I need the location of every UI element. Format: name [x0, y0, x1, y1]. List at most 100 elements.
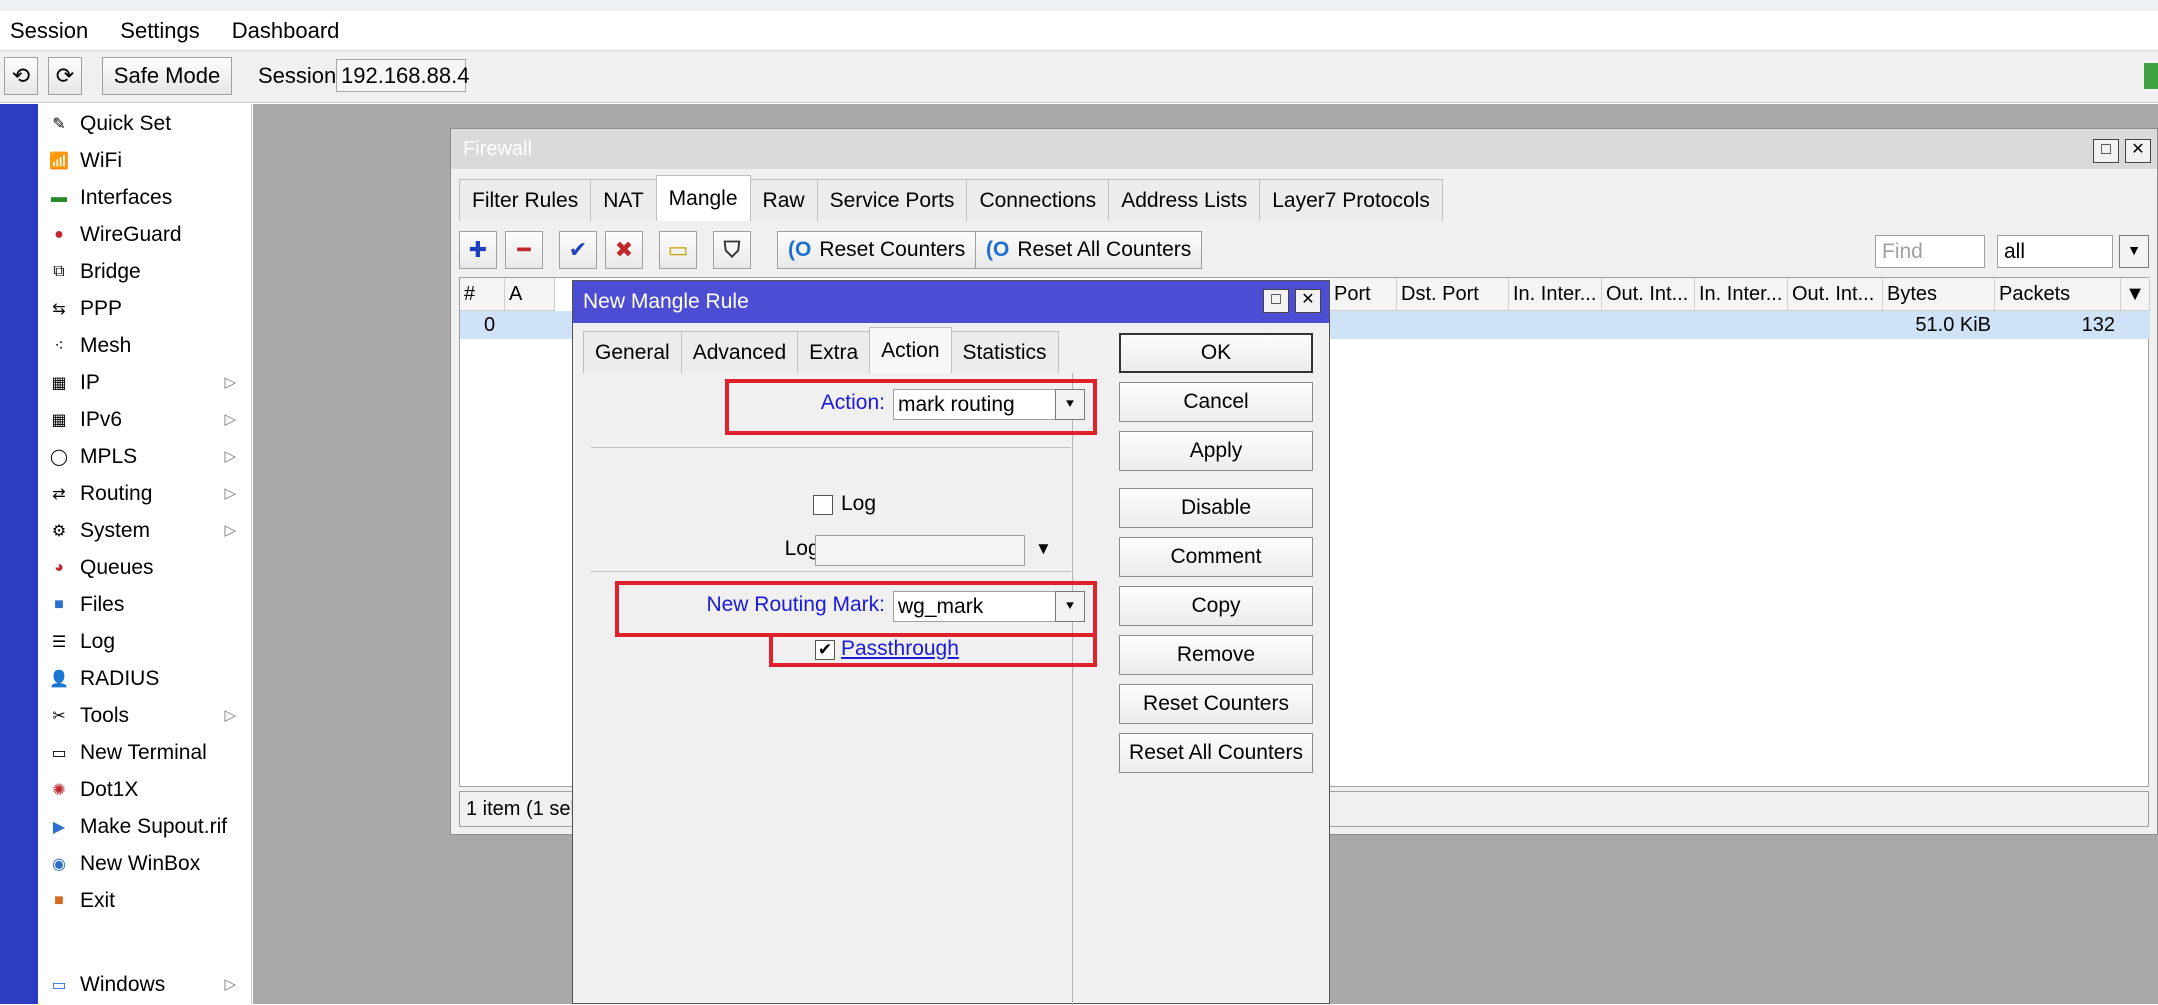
tab-filter-rules[interactable]: Filter Rules: [459, 179, 592, 221]
sidebar: ✎ Quick Set 📶 WiFi ▬ Interfaces ● WireGuard …: [38, 104, 252, 1004]
safe-mode-button[interactable]: Safe Mode: [102, 57, 232, 95]
maximize-icon[interactable]: □: [1263, 289, 1289, 313]
sidebar-item-ppp[interactable]: ⇆ PPP: [38, 291, 250, 327]
add-icon[interactable]: ✚: [459, 231, 497, 269]
divider: [591, 447, 1071, 448]
col-out-interface[interactable]: Out. Int...: [1602, 278, 1695, 311]
ok-button[interactable]: OK: [1119, 333, 1313, 373]
cancel-button[interactable]: Cancel: [1119, 382, 1313, 422]
sidebar-item-files[interactable]: ■ Files: [38, 587, 250, 623]
tab-action[interactable]: Action: [869, 327, 952, 373]
menu-dashboard[interactable]: Dashboard: [232, 18, 340, 44]
dot1x-icon: ✺: [52, 782, 66, 799]
sidebar-item-new-terminal[interactable]: ▭ New Terminal: [38, 735, 250, 771]
close-icon[interactable]: ✕: [1295, 289, 1321, 313]
tab-layer7-protocols[interactable]: Layer7 Protocols: [1259, 179, 1443, 221]
tab-service-ports[interactable]: Service Ports: [816, 179, 968, 221]
tab-connections[interactable]: Connections: [966, 179, 1110, 221]
close-icon[interactable]: ✕: [2125, 139, 2151, 163]
disable-icon[interactable]: ✖: [605, 231, 643, 269]
col-port[interactable]: Port: [1330, 278, 1397, 311]
chevron-down-icon[interactable]: ⯆: [1055, 389, 1085, 420]
session-field[interactable]: 192.168.88.4: [336, 59, 469, 92]
find-input[interactable]: Find: [1875, 235, 1985, 268]
col-in-interface[interactable]: In. Inter...: [1509, 278, 1602, 311]
chevron-down-icon[interactable]: ▼: [2119, 235, 2149, 268]
sidebar-item-dot1x[interactable]: ✺ Dot1X: [38, 772, 250, 808]
sidebar-item-wifi[interactable]: 📶 WiFi: [38, 143, 250, 179]
sidebar-item-ip[interactable]: ▦ IP ▷: [38, 365, 250, 401]
sidebar-item-bridge[interactable]: ⧉ Bridge: [38, 254, 250, 290]
col-action[interactable]: A: [505, 278, 555, 311]
sidebar-item-tools[interactable]: ✂ Tools ▷: [38, 698, 250, 734]
row-packets: 132: [2081, 314, 2115, 336]
sidebar-item-ipv6[interactable]: ▦ IPv6 ▷: [38, 402, 250, 438]
dialog-title: New Mangle Rule: [573, 281, 1329, 323]
comment-icon[interactable]: ▭: [659, 231, 697, 269]
sidebar-item-radius[interactable]: 👤 RADIUS: [38, 661, 250, 697]
disable-button[interactable]: Disable: [1119, 488, 1313, 528]
sidebar-brand-strip: [0, 104, 38, 1004]
tab-nat[interactable]: NAT: [590, 179, 657, 221]
copy-button[interactable]: Copy: [1119, 586, 1313, 626]
undo-icon[interactable]: ⟲: [4, 57, 38, 95]
sidebar-item-exit[interactable]: ■ Exit: [38, 883, 250, 919]
menu-settings[interactable]: Settings: [120, 18, 200, 44]
tab-advanced[interactable]: Advanced: [680, 331, 799, 373]
routing-icon: ⇄: [52, 486, 66, 503]
tab-general[interactable]: General: [583, 331, 682, 373]
menu-session[interactable]: Session: [10, 18, 88, 44]
routing-mark-input[interactable]: wg_mark: [893, 591, 1069, 622]
reset-all-counters-button[interactable]: (O Reset All Counters: [975, 231, 1203, 269]
sidebar-item-log[interactable]: ☰ Log: [38, 624, 250, 660]
sidebar-item-new-winbox[interactable]: ◉ New WinBox: [38, 846, 250, 882]
sidebar-item-wireguard[interactable]: ● WireGuard: [38, 217, 250, 253]
wireguard-icon: ●: [54, 226, 64, 243]
chevron-down-icon[interactable]: ▼: [1035, 539, 1052, 559]
row-number: 0: [484, 314, 496, 336]
reset-counters-button[interactable]: (O Reset Counters: [777, 231, 977, 269]
maximize-icon[interactable]: □: [2093, 139, 2119, 163]
col-dst-port[interactable]: Dst. Port: [1397, 278, 1509, 311]
apply-button[interactable]: Apply: [1119, 431, 1313, 471]
mesh-icon: ⁖: [54, 338, 64, 355]
chevron-down-icon[interactable]: ▼: [2121, 278, 2150, 311]
mpls-icon: ◯: [50, 449, 68, 466]
tab-statistics[interactable]: Statistics: [950, 331, 1059, 373]
sidebar-item-interfaces[interactable]: ▬ Interfaces: [38, 180, 250, 216]
tab-extra[interactable]: Extra: [797, 331, 871, 373]
tab-address-lists[interactable]: Address Lists: [1108, 179, 1261, 221]
col-out-interface-list[interactable]: Out. Int...: [1788, 278, 1883, 311]
passthrough-checkbox[interactable]: ✔: [815, 640, 835, 660]
col-number[interactable]: #: [460, 278, 505, 311]
sidebar-item-queues[interactable]: ◕ Queues: [38, 550, 250, 586]
sidebar-item-make-supout[interactable]: ▶ Make Supout.rif: [38, 809, 250, 845]
sidebar-item-quick-set[interactable]: ✎ Quick Set: [38, 106, 250, 142]
chevron-down-icon[interactable]: ⯆: [1055, 591, 1085, 622]
col-bytes[interactable]: Bytes: [1883, 278, 1995, 311]
sidebar-item-mpls[interactable]: ◯ MPLS ▷: [38, 439, 250, 475]
comment-button[interactable]: Comment: [1119, 537, 1313, 577]
reset-counters-button[interactable]: Reset Counters: [1119, 684, 1313, 724]
reset-all-counters-button[interactable]: Reset All Counters: [1119, 733, 1313, 773]
remove-button[interactable]: Remove: [1119, 635, 1313, 675]
log-prefix-input[interactable]: [815, 535, 1025, 566]
col-packets[interactable]: Packets: [1995, 278, 2121, 311]
log-checkbox[interactable]: [813, 495, 833, 515]
sidebar-item-routing[interactable]: ⇄ Routing ▷: [38, 476, 250, 512]
sidebar-item-windows[interactable]: ▭ Windows ▷: [38, 967, 250, 1003]
submenu-arrow-icon: ▷: [224, 976, 236, 993]
redo-icon[interactable]: ⟳: [48, 57, 82, 95]
action-select[interactable]: mark routing: [893, 389, 1069, 420]
enable-icon[interactable]: ✔: [559, 231, 597, 269]
filter-select[interactable]: all: [1997, 235, 2113, 268]
terminal-icon: ▭: [51, 745, 67, 762]
filter-icon[interactable]: ⛉: [713, 231, 751, 269]
sidebar-item-system[interactable]: ⚙ System ▷: [38, 513, 250, 549]
tab-raw[interactable]: Raw: [749, 179, 818, 221]
tab-mangle[interactable]: Mangle: [655, 175, 751, 221]
sidebar-item-mesh[interactable]: ⁖ Mesh: [38, 328, 250, 364]
remove-icon[interactable]: ━: [505, 231, 543, 269]
col-in-interface-list[interactable]: In. Inter...: [1695, 278, 1788, 311]
top-strip: [0, 0, 2158, 11]
